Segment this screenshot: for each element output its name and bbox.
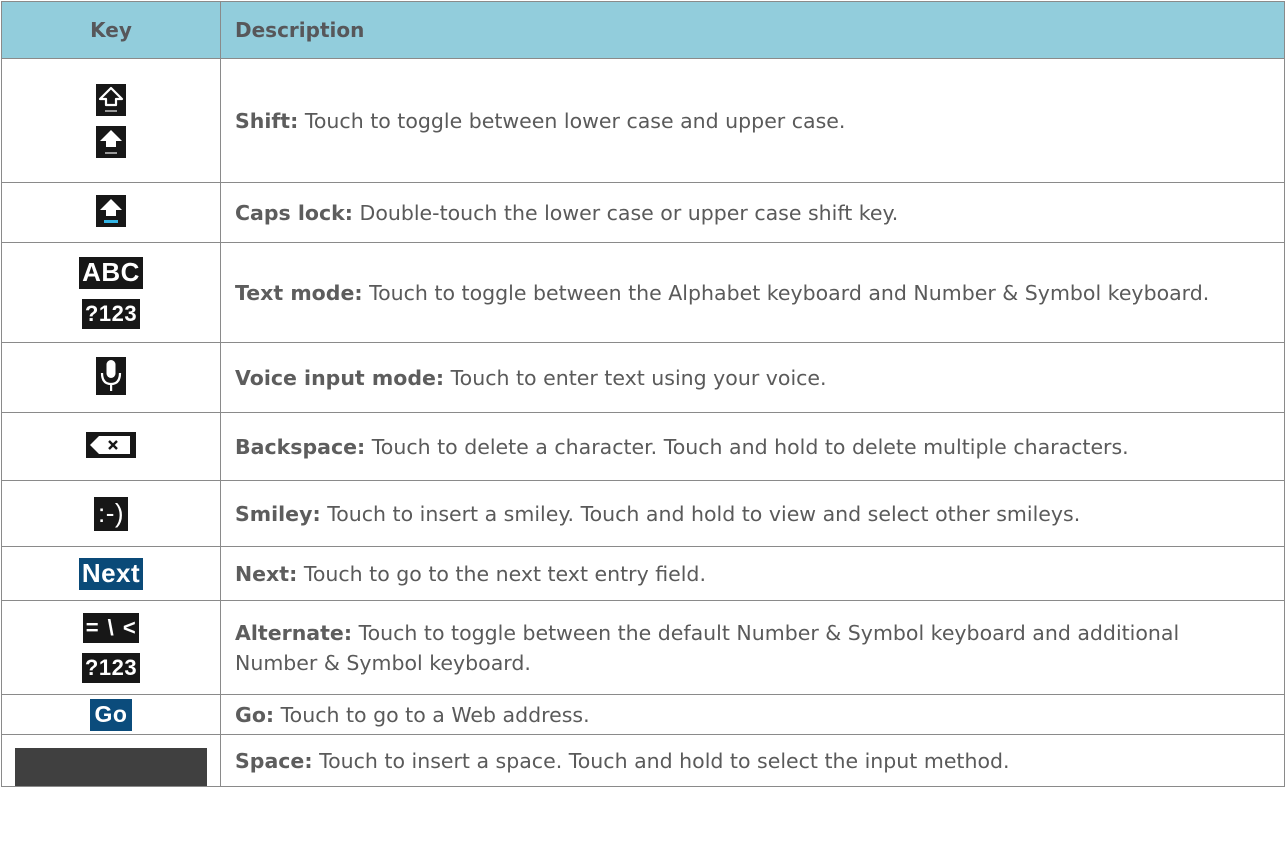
- space-bar-icon: [14, 748, 207, 786]
- key-cell: [1, 412, 221, 481]
- next-key-icon: Next: [78, 557, 144, 590]
- description-cell: Go: Touch to go to a Web address.: [220, 694, 1285, 735]
- key-description: Touch to go to a Web address.: [280, 702, 590, 727]
- table-row: Backspace: Touch to delete a character. …: [1, 412, 1285, 481]
- key-name: Alternate:: [235, 620, 353, 645]
- number-symbol-key-icon: ?123: [81, 298, 141, 329]
- key-cell: ABC ?123: [1, 242, 221, 343]
- key-cell: :-): [1, 480, 221, 547]
- description-column-header: Description: [220, 1, 1285, 59]
- table-row: Caps lock: Double-touch the lower case o…: [1, 182, 1285, 243]
- description-cell: Caps lock: Double-touch the lower case o…: [220, 182, 1285, 243]
- key-description: Touch to delete a character. Touch and h…: [371, 434, 1129, 459]
- key-description: Touch to go to the next text entry field…: [303, 561, 706, 586]
- description-cell: Smiley: Touch to insert a smiley. Touch …: [220, 480, 1285, 547]
- key-name: Space:: [235, 748, 313, 773]
- key-description: Touch to toggle between the default Numb…: [235, 620, 1180, 675]
- table-row: Next Next: Touch to go to the next text …: [1, 546, 1285, 601]
- key-cell: [1, 58, 221, 183]
- alternate-symbols-key-icon: = \ <: [82, 612, 140, 643]
- table-row: :-) Smiley: Touch to insert a smiley. To…: [1, 480, 1285, 547]
- table-header-row: Key Description: [1, 1, 1285, 59]
- table-row: Space: Touch to insert a space. Touch an…: [1, 734, 1285, 787]
- key-cell: Go: [1, 694, 221, 735]
- smiley-key-icon: :-): [93, 496, 129, 531]
- table-row: Shift: Touch to toggle between lower cas…: [1, 58, 1285, 183]
- key-cell: Next: [1, 546, 221, 601]
- key-name: Text mode:: [235, 280, 363, 305]
- key-description: Touch to insert a space. Touch and hold …: [319, 748, 1010, 773]
- description-cell: Backspace: Touch to delete a character. …: [220, 412, 1285, 481]
- key-cell: [1, 734, 221, 787]
- key-name: Smiley:: [235, 501, 321, 526]
- key-description: Touch to toggle between lower case and u…: [304, 108, 846, 133]
- key-description: Touch to enter text using your voice.: [450, 365, 827, 390]
- key-name: Caps lock:: [235, 200, 353, 225]
- table-row: Voice input mode: Touch to enter text us…: [1, 342, 1285, 413]
- description-cell: Shift: Touch to toggle between lower cas…: [220, 58, 1285, 183]
- key-name: Go:: [235, 702, 275, 727]
- key-description: Touch to toggle between the Alphabet key…: [369, 280, 1210, 305]
- description-cell: Space: Touch to insert a space. Touch an…: [220, 734, 1285, 787]
- keyboard-keys-table: Key Description Shift: Touch to toggle b…: [1, 1, 1285, 787]
- description-cell: Alternate: Touch to toggle between the d…: [220, 600, 1285, 695]
- key-cell: [1, 182, 221, 243]
- backspace-icon: [86, 431, 136, 458]
- key-name: Backspace:: [235, 434, 366, 459]
- description-cell: Text mode: Touch to toggle between the A…: [220, 242, 1285, 343]
- shift-filled-icon: [96, 125, 126, 158]
- caps-lock-icon: [96, 194, 126, 227]
- table-row: Go Go: Touch to go to a Web address.: [1, 694, 1285, 735]
- description-cell: Voice input mode: Touch to enter text us…: [220, 342, 1285, 413]
- key-cell: [1, 342, 221, 413]
- key-cell: = \ < ?123: [1, 600, 221, 695]
- key-name: Voice input mode:: [235, 365, 445, 390]
- table-row: ABC ?123 Text mode: Touch to toggle betw…: [1, 242, 1285, 343]
- table-row: = \ < ?123 Alternate: Touch to toggle be…: [1, 600, 1285, 695]
- description-cell: Next: Touch to go to the next text entry…: [220, 546, 1285, 601]
- key-name: Shift:: [235, 108, 299, 133]
- key-name: Next:: [235, 561, 298, 586]
- key-column-header: Key: [1, 1, 221, 59]
- key-description: Double-touch the lower case or upper cas…: [359, 200, 899, 225]
- abc-key-icon: ABC: [79, 256, 143, 289]
- go-key-icon: Go: [89, 698, 133, 731]
- shift-outline-icon: [96, 83, 126, 116]
- number-symbol-key-icon: ?123: [81, 652, 141, 683]
- key-description: Touch to insert a smiley. Touch and hold…: [327, 501, 1081, 526]
- microphone-icon: [96, 356, 126, 395]
